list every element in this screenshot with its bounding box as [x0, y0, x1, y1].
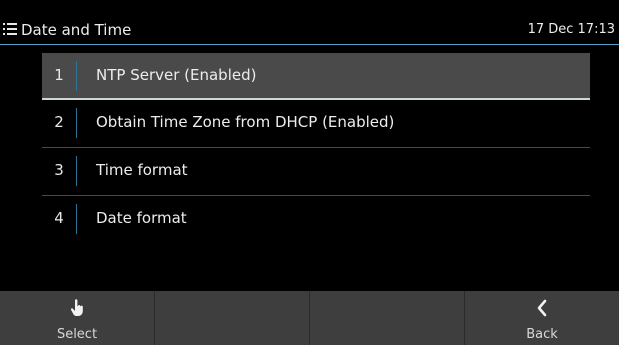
select-softkey-label: Select	[56, 327, 98, 342]
menu-item-label: Obtain Time Zone from DHCP (Enabled)	[96, 113, 395, 131]
chevron-left-icon	[465, 299, 619, 319]
menu-list: 1 NTP Server (Enabled) 2 Obtain Time Zon…	[42, 53, 590, 244]
select-softkey[interactable]: Select	[0, 291, 155, 345]
menu-item-number: 1	[54, 66, 64, 84]
hamburger-menu-icon[interactable]	[3, 23, 17, 37]
menu-item-number: 2	[54, 113, 64, 131]
softkey-bar: Select Back	[0, 291, 619, 345]
menu-item-obtain-time-zone[interactable]: 2 Obtain Time Zone from DHCP (Enabled)	[42, 100, 590, 148]
header-bar: Date and Time 17 Dec 17:13	[0, 0, 619, 45]
empty-softkey-1[interactable]	[155, 291, 310, 345]
row-divider	[76, 156, 77, 186]
menu-item-time-format[interactable]: 3 Time format	[42, 148, 590, 196]
hand-pointer-icon	[0, 299, 154, 319]
empty-softkey-2[interactable]	[310, 291, 465, 345]
menu-item-ntp-server[interactable]: 1 NTP Server (Enabled)	[42, 53, 590, 100]
row-divider	[76, 61, 77, 91]
menu-item-label: Date format	[96, 209, 187, 227]
page-title: Date and Time	[21, 21, 132, 39]
back-softkey[interactable]: Back	[465, 291, 619, 345]
menu-item-number: 4	[54, 209, 64, 227]
menu-item-label: Time format	[96, 161, 188, 179]
row-divider	[76, 108, 77, 138]
menu-item-number: 3	[54, 161, 64, 179]
back-softkey-label: Back	[526, 327, 558, 342]
menu-item-label: NTP Server (Enabled)	[96, 66, 257, 84]
clock: 17 Dec 17:13	[527, 22, 615, 37]
row-divider	[76, 204, 77, 234]
menu-item-date-format[interactable]: 4 Date format	[42, 196, 590, 244]
